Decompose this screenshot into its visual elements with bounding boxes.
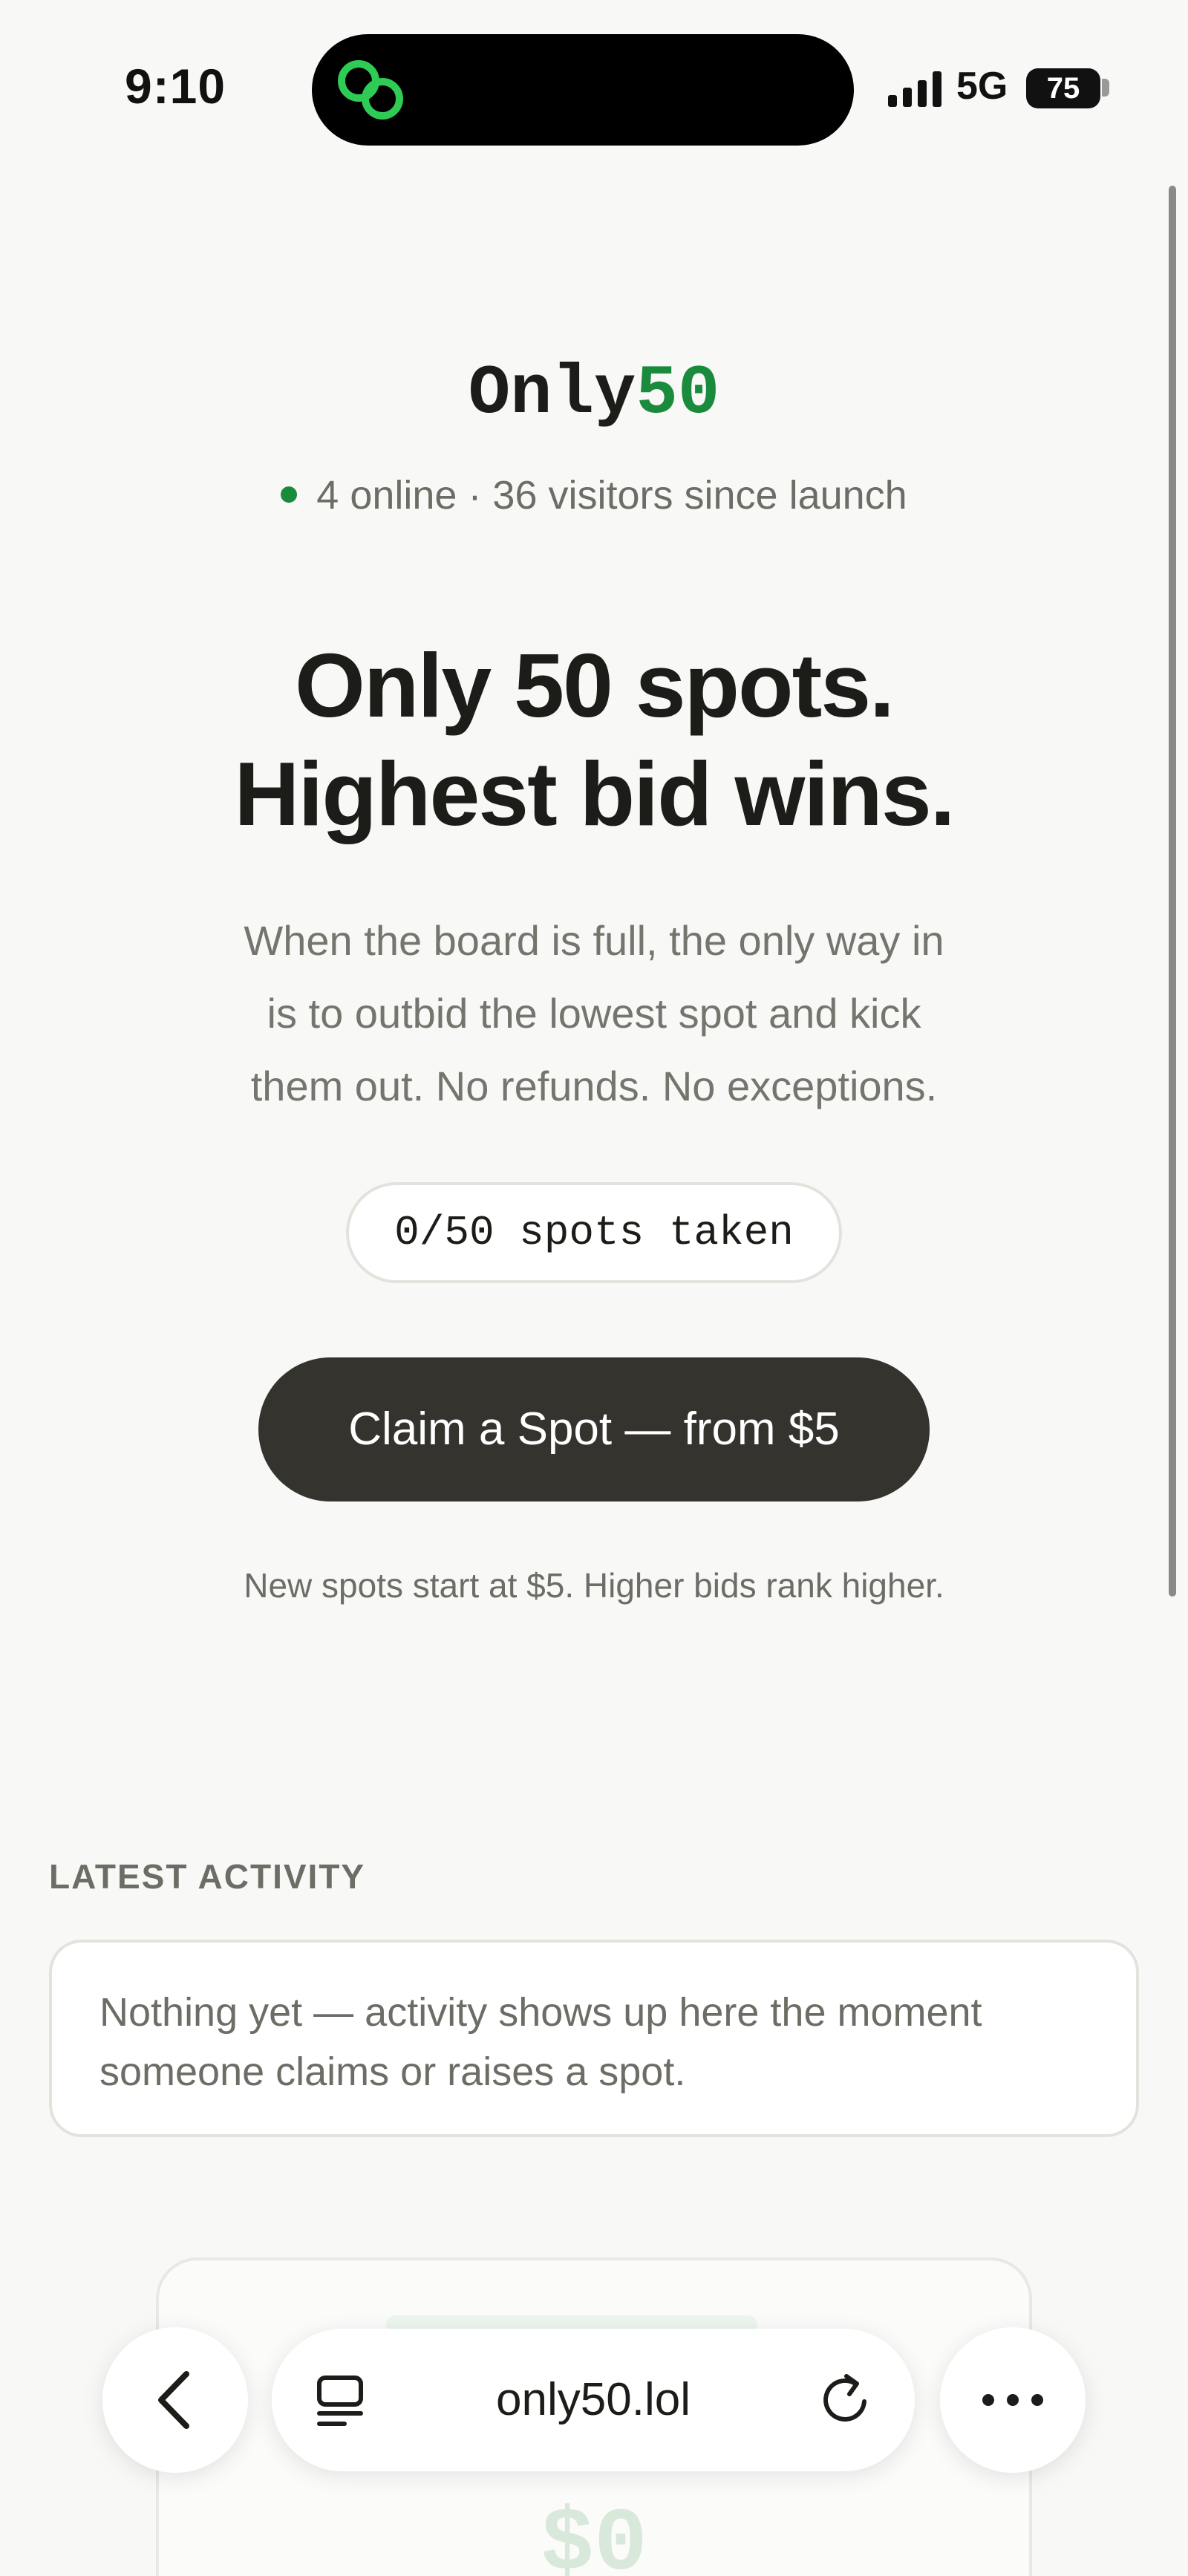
battery-level: 75 bbox=[1046, 72, 1080, 105]
reload-icon[interactable] bbox=[818, 2372, 875, 2428]
subtitle-line-2: is to outbid the lowest spot and kick bbox=[267, 990, 921, 1037]
activity-empty-line-2: someone claims or raises a spot. bbox=[99, 2050, 686, 2094]
claim-spot-button[interactable]: Claim a Spot — from $5 bbox=[258, 1357, 930, 1501]
spots-counter: 0/50 spots taken bbox=[346, 1182, 842, 1283]
link-chain-icon bbox=[338, 60, 403, 120]
back-button[interactable] bbox=[102, 2327, 248, 2473]
signal-icon bbox=[888, 71, 941, 107]
battery-cap bbox=[1102, 79, 1109, 97]
more-button[interactable] bbox=[940, 2327, 1086, 2473]
presence-indicator: 4 online · 36 visitors since launch bbox=[0, 472, 1188, 518]
battery-icon: 75 bbox=[1026, 68, 1100, 108]
brand-prefix: Only bbox=[468, 355, 636, 434]
hero-subtitle: When the board is full, the only way in … bbox=[0, 904, 1188, 1123]
activity-empty-line-1: Nothing yet — activity shows up here the… bbox=[99, 1990, 982, 2035]
activity-empty-state: Nothing yet — activity shows up here the… bbox=[49, 1940, 1139, 2137]
dynamic-island bbox=[312, 34, 854, 146]
online-dot-icon bbox=[281, 486, 298, 503]
card-amount: $0 bbox=[540, 2495, 648, 2576]
status-time: 9:10 bbox=[125, 59, 226, 114]
activity-section-label: LATEST ACTIVITY bbox=[49, 1857, 366, 1896]
status-bar: 9:10 5G 75 bbox=[0, 0, 1188, 171]
address-bar[interactable]: only50.lol bbox=[272, 2329, 915, 2471]
pricing-note: New spots start at $5. Higher bids rank … bbox=[244, 1566, 944, 1605]
headline-line-1: Only 50 spots. bbox=[295, 635, 895, 736]
more-dots-icon bbox=[982, 2394, 1043, 2406]
network-type: 5G bbox=[956, 65, 1008, 108]
presence-text: 4 online · 36 visitors since launch bbox=[316, 473, 907, 518]
hero-headline: Only 50 spots. Highest bid wins. bbox=[0, 631, 1188, 848]
brand-logo[interactable]: Only50 bbox=[0, 355, 1188, 434]
chevron-left-icon bbox=[158, 2371, 189, 2429]
subtitle-line-3: them out. No refunds. No exceptions. bbox=[250, 1063, 938, 1109]
headline-line-2: Highest bid wins. bbox=[234, 743, 955, 844]
brand-number: 50 bbox=[636, 355, 720, 434]
subtitle-line-1: When the board is full, the only way in bbox=[244, 917, 944, 964]
